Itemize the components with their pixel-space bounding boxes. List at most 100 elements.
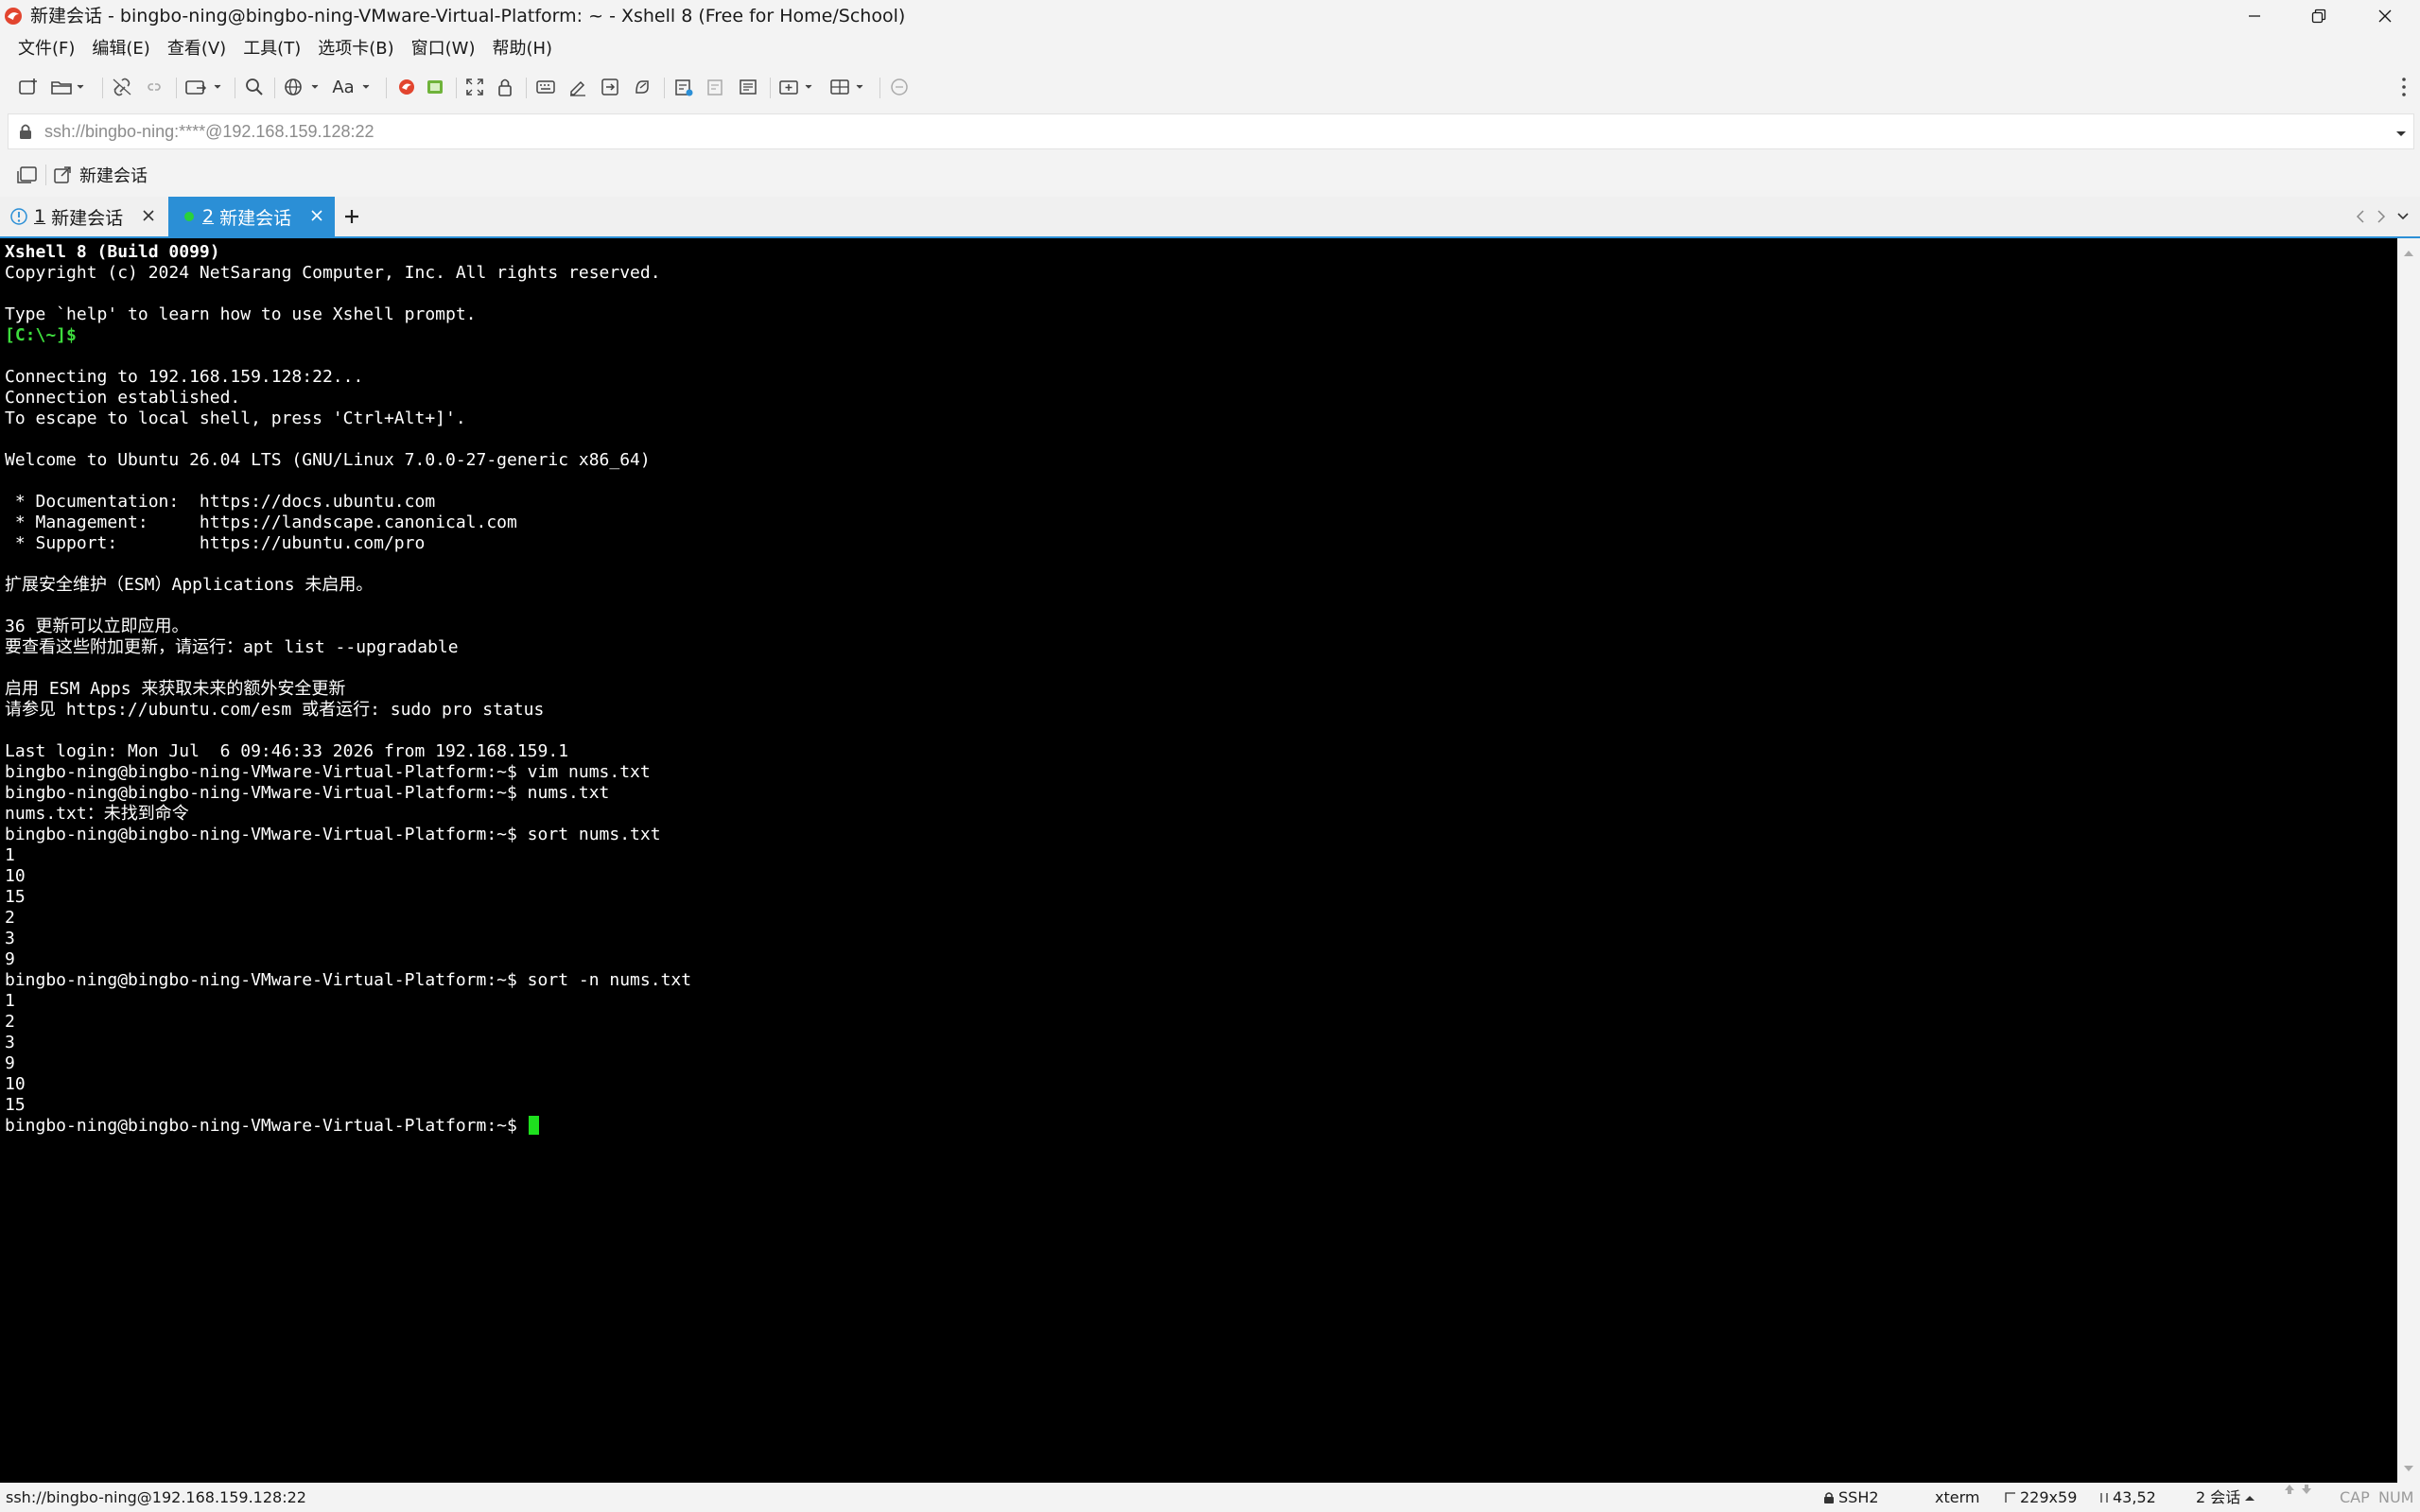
terminal-line: 3 (5, 1033, 15, 1052)
terminal-screen[interactable]: Xshell 8 (Build 0099) Copyright (c) 2024 … (0, 238, 2397, 1483)
status-protocol-label: SSH2 (1838, 1488, 1879, 1506)
status-num: NUM (2378, 1488, 2414, 1506)
toolbar-divider (102, 78, 103, 98)
tab-session-1[interactable]: 1 新建会话 (0, 197, 166, 236)
terminal-line: 2 (5, 1012, 15, 1032)
link-new-session[interactable]: 新建会话 (53, 163, 148, 187)
menu-edit[interactable]: 编辑(E) (83, 34, 158, 64)
size-icon (2005, 1491, 2015, 1503)
log-start-icon[interactable] (671, 76, 696, 98)
xshell-logo-small-icon[interactable] (395, 76, 418, 98)
terminal-line: 3 (5, 929, 15, 948)
close-tab-icon[interactable] (140, 207, 157, 229)
compose-icon[interactable] (566, 76, 590, 98)
terminal-line: * Support: https://ubuntu.com/pro (5, 533, 426, 553)
tab-label: 新建会话 (219, 207, 292, 229)
scroll-down-icon[interactable] (2403, 1459, 2414, 1477)
tab-bar: 1 新建会话 2 新建会话 (0, 197, 2420, 236)
search-icon[interactable] (242, 76, 267, 98)
status-size-label: 229x59 (2020, 1488, 2078, 1506)
macro-icon[interactable] (630, 76, 654, 98)
terminal-prompt: bingbo-ning@bingbo-ning-VMware-Virtual-P… (5, 1116, 528, 1136)
open-session-icon[interactable] (49, 76, 87, 98)
keyboard-icon[interactable] (533, 76, 558, 98)
toolbar-divider (456, 78, 457, 98)
address-input[interactable]: ssh://bingbo-ning:****@192.168.159.128:2… (44, 121, 374, 142)
toolbar-divider (176, 78, 177, 98)
restore-button[interactable] (2287, 0, 2351, 32)
close-window-button[interactable] (2353, 0, 2417, 32)
sessions-up-icon (2245, 1495, 2255, 1501)
toolbar-divider (274, 78, 275, 98)
terminal-line: 10 (5, 866, 26, 886)
tab-scroll-right-icon[interactable] (2374, 208, 2389, 229)
status-cursor-pos: 43,52 (2099, 1483, 2156, 1512)
minimize-button[interactable] (2222, 0, 2287, 32)
chevron-down-icon[interactable] (2394, 126, 2408, 144)
terminal-output: Xshell 8 (Build 0099) Copyright (c) 2024 … (5, 242, 691, 1137)
disconnect-link-icon[interactable] (142, 76, 166, 98)
address-bar[interactable]: ssh://bingbo-ning:****@192.168.159.128:2… (8, 113, 2414, 149)
menu-help[interactable]: 帮助(H) (483, 34, 561, 64)
add-tab-icon[interactable] (342, 207, 361, 230)
transfer-window-icon[interactable] (183, 76, 225, 98)
fullscreen-icon[interactable] (463, 76, 486, 98)
menu-view[interactable]: 查看(V) (159, 34, 235, 64)
log-stop-icon[interactable] (704, 76, 728, 98)
menu-tools[interactable]: 工具(T) (235, 34, 309, 64)
terminal-line: To escape to local shell, press 'Ctrl+Al… (5, 408, 466, 428)
layout-icon[interactable] (828, 76, 870, 98)
notes-icon[interactable] (736, 76, 760, 98)
lock-icon[interactable] (494, 76, 516, 98)
tab-list-chevron-icon[interactable] (2394, 208, 2411, 229)
tab-number: 1 (34, 206, 46, 227)
terminal-line: bingbo-ning@bingbo-ning-VMware-Virtual-P… (5, 970, 692, 990)
toolbar-divider (879, 78, 880, 98)
status-connection: ssh://bingbo-ning@192.168.159.128:22 (6, 1488, 306, 1506)
terminal-prompt-line: bingbo-ning@bingbo-ning-VMware-Virtual-P… (5, 1116, 691, 1137)
address-lock-icon (18, 123, 33, 144)
terminal-line: bingbo-ning@bingbo-ning-VMware-Virtual-P… (5, 783, 610, 803)
terminal-line: Last login: Mon Jul 6 09:46:33 2026 from… (5, 741, 569, 761)
links-bar-divider (45, 165, 46, 185)
status-lock-icon (1824, 1491, 1834, 1503)
status-sessions[interactable]: 2 会话 (2196, 1483, 2255, 1512)
xftp-icon[interactable] (424, 76, 446, 98)
scroll-up-icon[interactable] (2403, 244, 2414, 262)
terminal-line: Xshell 8 (Build 0099) (5, 242, 220, 262)
terminal-line: 1 (5, 845, 15, 865)
script-icon[interactable] (598, 76, 622, 98)
menu-bar: 文件(F) 编辑(E) 查看(V) 工具(T) 选项卡(B) 窗口(W) 帮助(… (9, 34, 561, 64)
terminal-line: 9 (5, 949, 15, 969)
status-sessions-label: 2 会话 (2196, 1488, 2241, 1506)
tab-scroll-left-icon[interactable] (2353, 208, 2368, 229)
font-button[interactable]: Aa (331, 76, 376, 98)
terminal-line: 15 (5, 1095, 26, 1115)
globe-encoding-icon[interactable] (282, 76, 325, 98)
reconnect-link-icon[interactable] (110, 76, 134, 98)
links-bar-icon[interactable] (17, 165, 38, 188)
toolbar-more-icon[interactable] (2397, 74, 2411, 100)
terminal-cursor (528, 1116, 539, 1135)
toolbar-divider (664, 78, 665, 98)
terminal-line: Type `help' to learn how to use Xshell p… (5, 304, 477, 324)
chat-icon[interactable] (887, 76, 912, 98)
terminal-scrollbar[interactable] (2397, 238, 2420, 1483)
status-nav-arrows[interactable] (2283, 1483, 2313, 1496)
new-session-icon[interactable] (17, 76, 40, 98)
terminal-line: * Management: https://landscape.canonica… (5, 513, 517, 532)
menu-window[interactable]: 窗口(W) (403, 34, 484, 64)
tab-session-2[interactable]: 2 新建会话 (168, 197, 335, 236)
status-cursor-pos-label: 43,52 (2113, 1488, 2156, 1506)
menu-tabs[interactable]: 选项卡(B) (309, 34, 402, 64)
close-tab-icon[interactable] (308, 207, 325, 229)
menu-file[interactable]: 文件(F) (9, 34, 83, 64)
new-tab-group-icon[interactable] (777, 76, 819, 98)
terminal-line: 要查看这些附加更新，请运行：apt list --upgradable (5, 637, 459, 657)
toolbar-divider (770, 78, 771, 98)
